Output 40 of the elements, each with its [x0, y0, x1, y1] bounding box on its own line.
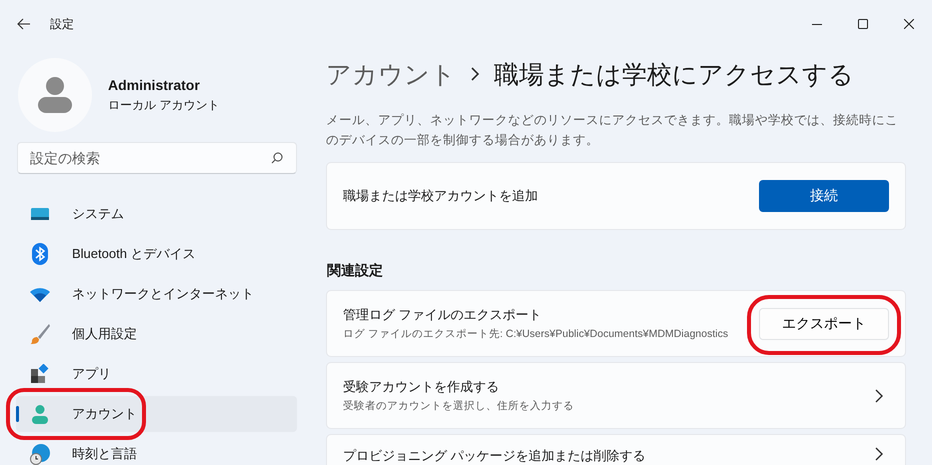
chevron-icon	[875, 388, 883, 402]
search-icon	[271, 152, 283, 164]
card-label: 職場または学校アカウントを追加	[343, 187, 538, 205]
card-title: 受験アカウントを作成する	[343, 378, 500, 396]
section-heading: 関連設定	[327, 262, 384, 280]
description-text: メール、アプリ、ネットワークなどのリソースにアクセスできます。職場や学校では、接続時にこのデバイスの一部を制御する場合があります。	[326, 112, 899, 149]
user-name: Administrator	[108, 76, 201, 92]
settings-card[interactable]: 受験アカウントを作成する 受験者のアカウントを選択し、住所を入力する	[326, 362, 906, 429]
page-title: 職場または学校にアクセスする	[494, 60, 854, 90]
chevron-icon	[875, 447, 883, 461]
card-subtitle: 受験者のアカウントを選択し、住所を入力する	[343, 399, 574, 413]
nav-item[interactable]: システム	[16, 196, 297, 232]
back-arrow-icon	[17, 18, 31, 30]
bluetooth-icon	[32, 243, 48, 265]
search-field[interactable]: 設定の検索	[17, 142, 297, 174]
selection-indicator	[16, 406, 19, 422]
nav-item[interactable]: 個人用設定	[16, 316, 297, 352]
nav-item[interactable]: ネットワークとインターネット	[16, 276, 297, 312]
settings-card[interactable]: プロビジョニング パッケージを追加または削除する	[326, 434, 906, 465]
wifi-icon	[29, 286, 51, 302]
card-title: プロビジョニング パッケージを追加または削除する	[343, 447, 646, 465]
nav-item[interactable]: 時刻と言語	[16, 436, 297, 465]
account-type: ローカル アカウント	[108, 96, 220, 114]
chevron-icon	[470, 67, 480, 81]
maximize-icon	[858, 19, 868, 29]
card-subtitle: ログ ファイルのエクスポート先: C:¥Users¥Public¥Documents¥MDMDiagnostics	[343, 327, 728, 341]
export-button[interactable]: エクスポート	[759, 308, 889, 340]
person-icon	[30, 404, 50, 424]
paintbrush-icon	[29, 323, 51, 345]
apps-icon	[30, 364, 50, 384]
connect-button[interactable]: 接続	[759, 180, 889, 212]
close-icon	[904, 19, 914, 29]
nav-item[interactable]: アカウント	[16, 396, 297, 432]
window-title: 設定	[50, 16, 74, 32]
nav-item[interactable]: Bluetooth とデバイス	[16, 236, 297, 272]
globe-clock-icon	[29, 443, 51, 465]
nav-item[interactable]: アプリ	[16, 356, 297, 392]
card-title: 管理ログ ファイルのエクスポート	[343, 306, 543, 324]
monitor-icon	[30, 206, 50, 222]
breadcrumb-link[interactable]: アカウント	[326, 58, 456, 90]
